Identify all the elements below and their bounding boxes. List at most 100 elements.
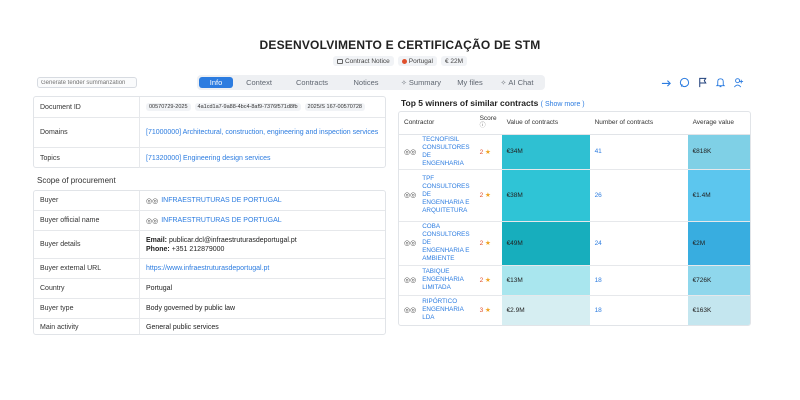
contractor-link[interactable]: TABIQUE ENGENHARIA LIMITADA [422, 268, 469, 292]
sparkle-icon: ✧ [500, 79, 507, 87]
tab-label: My files [457, 78, 483, 87]
average-cell: €2M [687, 221, 750, 266]
contractor-link[interactable]: TPF CONSULTORES DE ENGENHARIA E ARQUITET… [422, 175, 469, 215]
column-header[interactable]: Average value [687, 112, 750, 135]
star-icon: ★ [485, 307, 491, 315]
table-row[interactable]: ◎◎ TECNOFISIL CONSULTORES DE ENGENHARIA 2 … [399, 134, 750, 170]
topics-label: Topics [34, 148, 140, 168]
average-cell: €163K [687, 295, 750, 325]
scope-title: Scope of procurement [37, 176, 116, 185]
column-header[interactable]: Value of contracts [501, 112, 590, 135]
table-row[interactable]: ◎◎ TPF CONSULTORES DE ENGENHARIA E ARQUIT… [399, 169, 750, 222]
contractor-cell: ◎◎ TECNOFISIL CONSULTORES DE ENGENHARIA [399, 134, 475, 170]
document-id-chip: 4a1cd1a7-9a88-4bc4-8af9-7376f571d8fb [194, 103, 301, 111]
topics-row: Topics [71320000] Engineering design ser… [34, 148, 385, 168]
contractor-link[interactable]: COBA CONSULTORES DE ENGENHARIA E AMBIENT… [422, 223, 469, 263]
tab-label: Context [246, 78, 272, 87]
contractor-cell: ◎◎ TPF CONSULTORES DE ENGENHARIA E ARQUIT… [399, 169, 475, 222]
document-icon [336, 58, 343, 64]
count-cell[interactable]: 18 [589, 265, 688, 296]
tab-label: Notices [353, 78, 379, 87]
buyer-link[interactable]: INFRAESTRUTURAS DE PORTUGAL [161, 197, 281, 204]
count-cell[interactable]: 24 [589, 221, 688, 266]
tab-summary[interactable]: ✧ Summary [393, 77, 449, 88]
value-cell: €13M [501, 265, 590, 296]
tab-label: Summary [408, 78, 441, 87]
tab-ai-chat[interactable]: ✧ AI Chat [491, 77, 543, 88]
tab-label: AI Chat [508, 78, 534, 87]
external-url-link[interactable]: https://www.infraestruturasdeportugal.pt [140, 259, 385, 278]
value-label: € 22M [444, 57, 464, 65]
organization-icon: ◎◎ [146, 197, 159, 205]
score-cell: 3 ★ [475, 295, 502, 325]
share-icon[interactable] [660, 76, 672, 88]
main-activity-label: Main activity [34, 319, 140, 334]
info-icon: ⓘ [479, 123, 486, 130]
winners-title: Top 5 winners of similar contracts ( Sho… [401, 98, 585, 108]
domains-label: Domains [34, 118, 140, 147]
average-cell: €726K [687, 265, 750, 296]
value-cell: €49M [501, 221, 590, 266]
document-id-chip: 2025/S 167-00570728 [304, 103, 365, 111]
value-cell: €2.9M [501, 295, 590, 325]
contractor-wrap: ◎◎ COBA CONSULTORES DE ENGENHARIA E AMBIE… [404, 223, 470, 263]
buyer-row: Buyer ◎◎ INFRAESTRUTURAS DE PORTUGAL [34, 191, 385, 211]
organization-icon: ◎◎ [146, 217, 159, 225]
domains-link[interactable]: [71000000] Architectural, construction, … [140, 118, 385, 147]
score-value: 2 [479, 277, 484, 284]
star-icon: ★ [485, 240, 491, 247]
phone-value: +351 212879000 [171, 245, 225, 253]
bell-icon[interactable] [714, 76, 726, 88]
buyer-label: Buyer [34, 191, 140, 210]
tab-contracts[interactable]: Contracts [285, 77, 339, 88]
column-header[interactable]: Contractor [399, 112, 475, 135]
table-row[interactable]: ◎◎ COBA CONSULTORES DE ENGENHARIA E AMBIE… [399, 221, 750, 266]
email-line: Email: publicar.dcl@infraestruturasdepor… [146, 236, 297, 245]
tab-notices[interactable]: Notices [339, 77, 393, 88]
topics-link[interactable]: [71320000] Engineering design services [140, 148, 385, 168]
table-header: Contractor Score ⓘ Value of contracts Num… [399, 112, 750, 135]
official-name-link[interactable]: INFRAESTRUTURAS DE PORTUGAL [161, 217, 281, 224]
tab-context[interactable]: Context [233, 77, 285, 88]
generate-summary-input[interactable] [37, 77, 137, 88]
average-cell: €1.4M [687, 169, 750, 222]
notice-type-label: Contract Notice [344, 57, 390, 65]
organization-icon: ◎◎ [404, 148, 417, 156]
table-row[interactable]: ◎◎ TABIQUE ENGENHARIA LIMITADA 2 ★ €13M 18 €7… [399, 265, 750, 296]
country-label: Portugal [408, 57, 433, 65]
document-id-row: Document ID 00570729-2025 4a1cd1a7-9a88-… [34, 97, 385, 118]
column-header[interactable]: Number of contracts [589, 112, 688, 135]
column-header[interactable]: Score ⓘ [474, 112, 502, 135]
country-flag-icon [401, 58, 407, 64]
document-id-values: 00570729-2025 4a1cd1a7-9a88-4bc4-8af9-73… [140, 97, 385, 117]
organization-icon: ◎◎ [404, 240, 417, 247]
main-activity-value: General public services [146, 324, 219, 331]
sparkle-icon: ✧ [401, 79, 407, 87]
main-activity-row: Main activity General public services [34, 319, 385, 334]
official-name-label: Buyer official name [34, 211, 140, 230]
count-cell[interactable]: 41 [589, 134, 688, 170]
score-value: 2 [479, 192, 484, 199]
flag-icon[interactable] [696, 76, 708, 88]
comment-icon[interactable] [678, 76, 690, 88]
buyer-details-value: Email: publicar.dcl@infraestruturasdepor… [140, 231, 385, 258]
add-user-icon[interactable] [732, 76, 744, 88]
contractor-cell: ◎◎ TABIQUE ENGENHARIA LIMITADA [399, 265, 475, 296]
external-url-label: Buyer external URL [34, 259, 140, 278]
contractor-wrap: ◎◎ RIPÓRTICO ENGENHARIA LDA [404, 298, 470, 322]
score-cell: 2 ★ [474, 134, 502, 170]
organization-icon: ◎◎ [404, 277, 417, 284]
count-cell[interactable]: 18 [590, 295, 688, 325]
buyer-value: ◎◎ INFRAESTRUTURAS DE PORTUGAL [140, 191, 385, 210]
official-name-row: Buyer official name ◎◎ INFRAESTRUTURAS DE… [34, 211, 385, 231]
contractor-link[interactable]: TECNOFISIL CONSULTORES DE ENGENHARIA [422, 136, 469, 168]
external-url-row: Buyer external URL https://www.infraestr… [34, 259, 385, 279]
table-row[interactable]: ◎◎ RIPÓRTICO ENGENHARIA LDA 3 ★ €2.9M 18 €163… [399, 295, 750, 325]
tab-info[interactable]: Info [199, 77, 233, 88]
show-more-link[interactable]: ( Show more ) [541, 101, 585, 108]
email-label: Email: [146, 236, 168, 244]
tab-my-files[interactable]: My files [449, 77, 491, 88]
count-cell[interactable]: 26 [589, 169, 688, 222]
star-icon: ★ [485, 148, 491, 156]
contractor-link[interactable]: RIPÓRTICO ENGENHARIA LDA [422, 298, 469, 322]
